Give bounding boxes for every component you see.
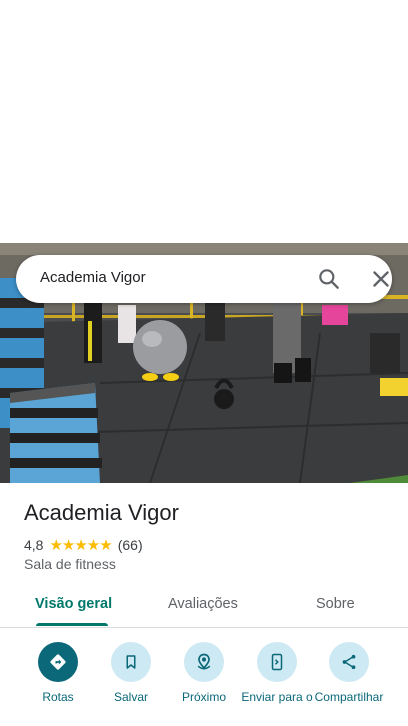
review-count[interactable]: (66) <box>118 537 143 553</box>
rating-value: 4,8 <box>24 537 44 553</box>
rating-row[interactable]: 4,8 ★★★★★ (66) <box>24 536 143 554</box>
nearby-icon <box>184 642 224 682</box>
place-title: Academia Vigor <box>24 500 179 525</box>
directions-label: Rotas <box>42 690 74 704</box>
save-button[interactable]: Salvar <box>91 640 171 704</box>
send-to-phone-label: Enviar para o <box>241 690 313 704</box>
send-to-phone-button[interactable]: Enviar para o <box>237 640 317 704</box>
tab-overview[interactable]: Visão geral <box>35 596 112 612</box>
search-icon[interactable] <box>316 266 342 292</box>
search-input[interactable]: Academia Vigor <box>40 269 146 286</box>
share-icon <box>329 642 369 682</box>
place-category: Sala de fitness <box>24 556 116 572</box>
bookmark-icon <box>111 642 151 682</box>
map-area <box>0 0 408 243</box>
nearby-label: Próximo <box>181 690 226 704</box>
send-to-phone-icon <box>257 642 297 682</box>
directions-icon <box>38 642 78 682</box>
rating-stars-icon: ★★★★★ <box>49 537 112 554</box>
tab-bar: Visão geral Avaliações Sobre <box>0 586 408 628</box>
tab-indicator <box>36 623 108 626</box>
tab-about[interactable]: Sobre <box>316 596 355 612</box>
share-label: Compartilhar <box>314 690 384 704</box>
action-bar: Rotas Salvar Próximo Enviar para o Compa… <box>0 640 408 726</box>
search-bar[interactable]: Academia Vigor <box>16 255 392 303</box>
save-label: Salvar <box>113 690 148 704</box>
nearby-button[interactable]: Próximo <box>164 640 244 704</box>
share-button[interactable]: Compartilhar <box>309 640 389 704</box>
directions-button[interactable]: Rotas <box>18 640 98 704</box>
close-icon[interactable] <box>368 266 394 292</box>
tab-reviews[interactable]: Avaliações <box>168 596 238 612</box>
